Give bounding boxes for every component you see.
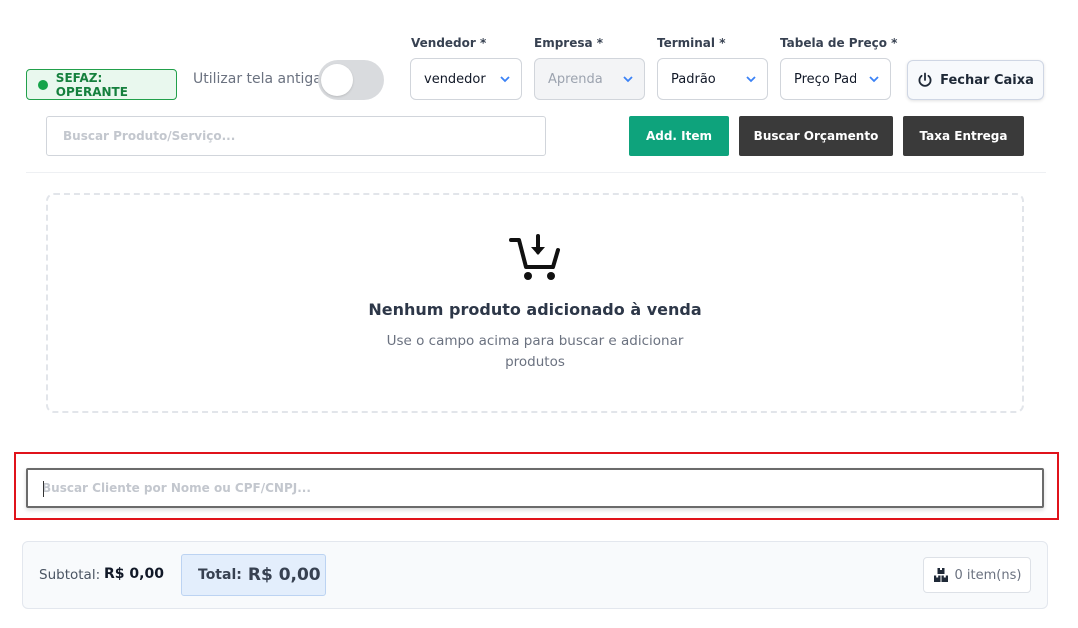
- divider: [26, 172, 1046, 173]
- total-value: R$ 0,00: [247, 565, 321, 585]
- close-register-label: Fechar Caixa: [940, 72, 1034, 88]
- search-quote-button[interactable]: Buscar Orçamento: [739, 116, 893, 156]
- add-item-button[interactable]: Add. Item: [629, 116, 729, 156]
- empty-state-title: Nenhum produto adicionado à venda: [368, 300, 702, 319]
- old-screen-toggle[interactable]: [318, 60, 384, 100]
- empresa-label: Empresa *: [534, 36, 604, 50]
- sefaz-status-badge: SEFAZ: OPERANTE: [26, 69, 177, 100]
- delivery-fee-button[interactable]: Taxa Entrega: [903, 116, 1024, 156]
- vendedor-value: vendedor: [424, 71, 486, 87]
- terminal-select[interactable]: Padrão: [657, 58, 768, 100]
- vendedor-select[interactable]: vendedor: [410, 58, 522, 100]
- subtotal-label: Subtotal:: [39, 567, 101, 583]
- empty-state-subtitle: Use o campo acima para buscar e adiciona…: [386, 333, 684, 370]
- chevron-down-icon: [500, 76, 510, 83]
- cart-download-icon: [509, 234, 560, 280]
- tabela-value: Preço Pad: [794, 71, 856, 87]
- power-icon: [918, 72, 932, 87]
- sefaz-status-label: SEFAZ: OPERANTE: [55, 70, 128, 99]
- empresa-select[interactable]: Aprenda E: [534, 58, 645, 100]
- status-dot-icon: [38, 79, 48, 90]
- total-box: Total: R$ 0,00: [181, 554, 326, 596]
- vendedor-label: Vendedor *: [411, 36, 487, 50]
- toggle-knob: [321, 64, 353, 96]
- items-count-label: 0 item(ns): [954, 567, 1022, 583]
- product-search-input[interactable]: [46, 116, 546, 156]
- old-screen-label: Utilizar tela antiga: [193, 71, 322, 87]
- total-label: Total:: [198, 567, 242, 583]
- boxes-icon: [933, 568, 948, 582]
- items-count-badge[interactable]: 0 item(ns): [923, 557, 1031, 593]
- chevron-down-icon: [869, 76, 879, 83]
- sale-summary-bar: [22, 541, 1048, 609]
- empresa-value: Aprenda E: [548, 71, 608, 87]
- subtotal-value: R$ 0,00: [104, 566, 164, 582]
- text-caret: [43, 481, 44, 497]
- close-register-button[interactable]: Fechar Caixa: [907, 60, 1044, 100]
- tabela-select[interactable]: Preço Pad: [780, 58, 891, 100]
- tabela-label: Tabela de Preço *: [780, 36, 898, 50]
- client-search-input[interactable]: [26, 468, 1044, 508]
- chevron-down-icon: [746, 76, 756, 83]
- terminal-value: Padrão: [671, 71, 716, 87]
- chevron-down-icon: [623, 76, 633, 83]
- terminal-label: Terminal *: [657, 36, 726, 50]
